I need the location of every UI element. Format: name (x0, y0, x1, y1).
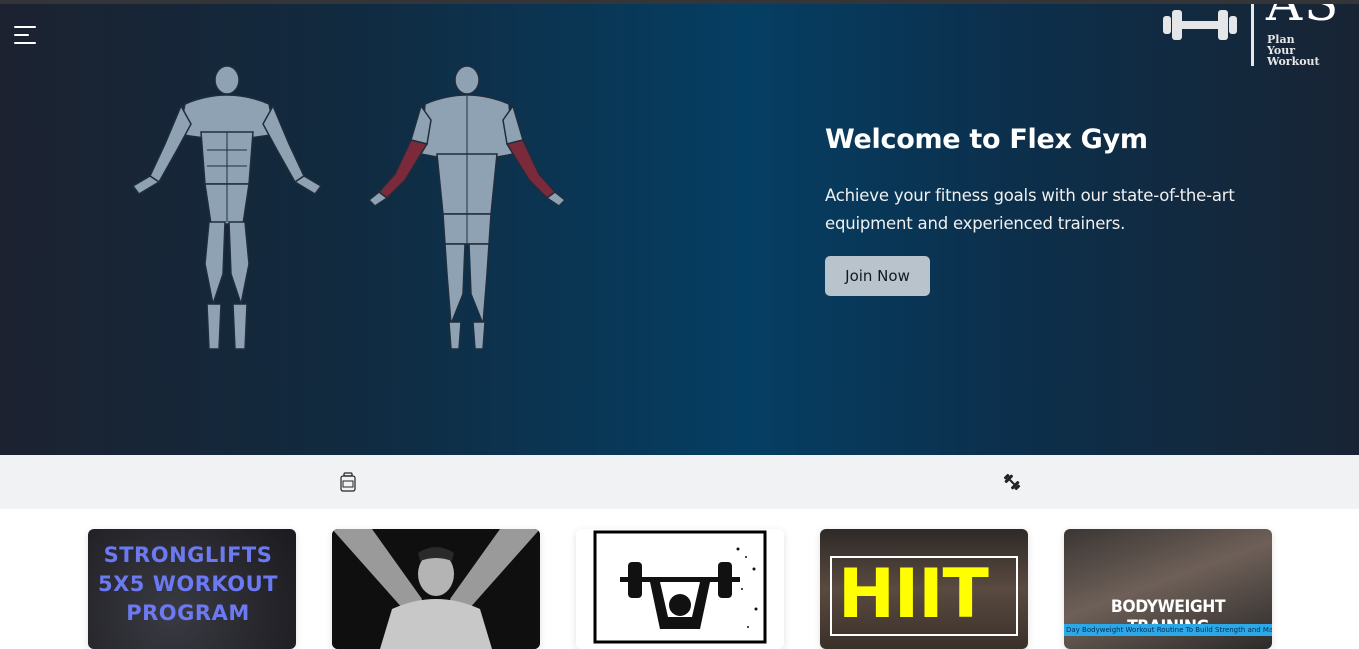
join-now-button[interactable]: Join Now (825, 256, 930, 296)
card-title: STRONGLIFTS 5X5 WORKOUT PROGRAM (98, 543, 278, 625)
hamburger-menu-icon[interactable] (14, 26, 38, 46)
hero-content: Welcome to Flex Gym Achieve your fitness… (825, 124, 1255, 296)
muscle-front-figure (131, 65, 323, 350)
program-card-stronglifts[interactable]: STRONGLIFTS 5X5 WORKOUT PROGRAM (88, 529, 296, 649)
feature-icon-strip (0, 455, 1359, 509)
hero-title: Welcome to Flex Gym (825, 124, 1148, 155)
program-card-athlete[interactable] (332, 529, 540, 649)
hero-description: Achieve your fitness goals with our stat… (825, 186, 1235, 233)
program-cards: STRONGLIFTS 5X5 WORKOUT PROGRAM HIIT BOD… (0, 509, 1359, 649)
protein-jar-icon[interactable] (338, 472, 358, 492)
weightlifter-icon (576, 529, 784, 649)
program-card-hiit[interactable]: HIIT (820, 529, 1028, 649)
muscle-back-figure (367, 65, 567, 350)
card-title: HIIT (838, 555, 989, 634)
program-card-bodyweight[interactable]: BODYWEIGHT TRAINING Day Bodyweight Worko… (1064, 529, 1272, 649)
logo-letters: AS (1266, 4, 1340, 32)
card-subtitle: Day Bodyweight Workout Routine To Build … (1064, 624, 1272, 636)
site-logo[interactable]: AS Plan Your Workout (1160, 4, 1359, 74)
dumbbell-icon (1163, 10, 1237, 40)
logo-divider (1251, 4, 1254, 66)
dumbbell-diagonal-icon[interactable] (1002, 472, 1022, 492)
program-card-weightlifting[interactable] (576, 529, 784, 649)
logo-tagline: Plan Your Workout (1267, 33, 1320, 68)
hero-section: AS Plan Your Workout (0, 4, 1359, 455)
athlete-photo (332, 529, 540, 649)
